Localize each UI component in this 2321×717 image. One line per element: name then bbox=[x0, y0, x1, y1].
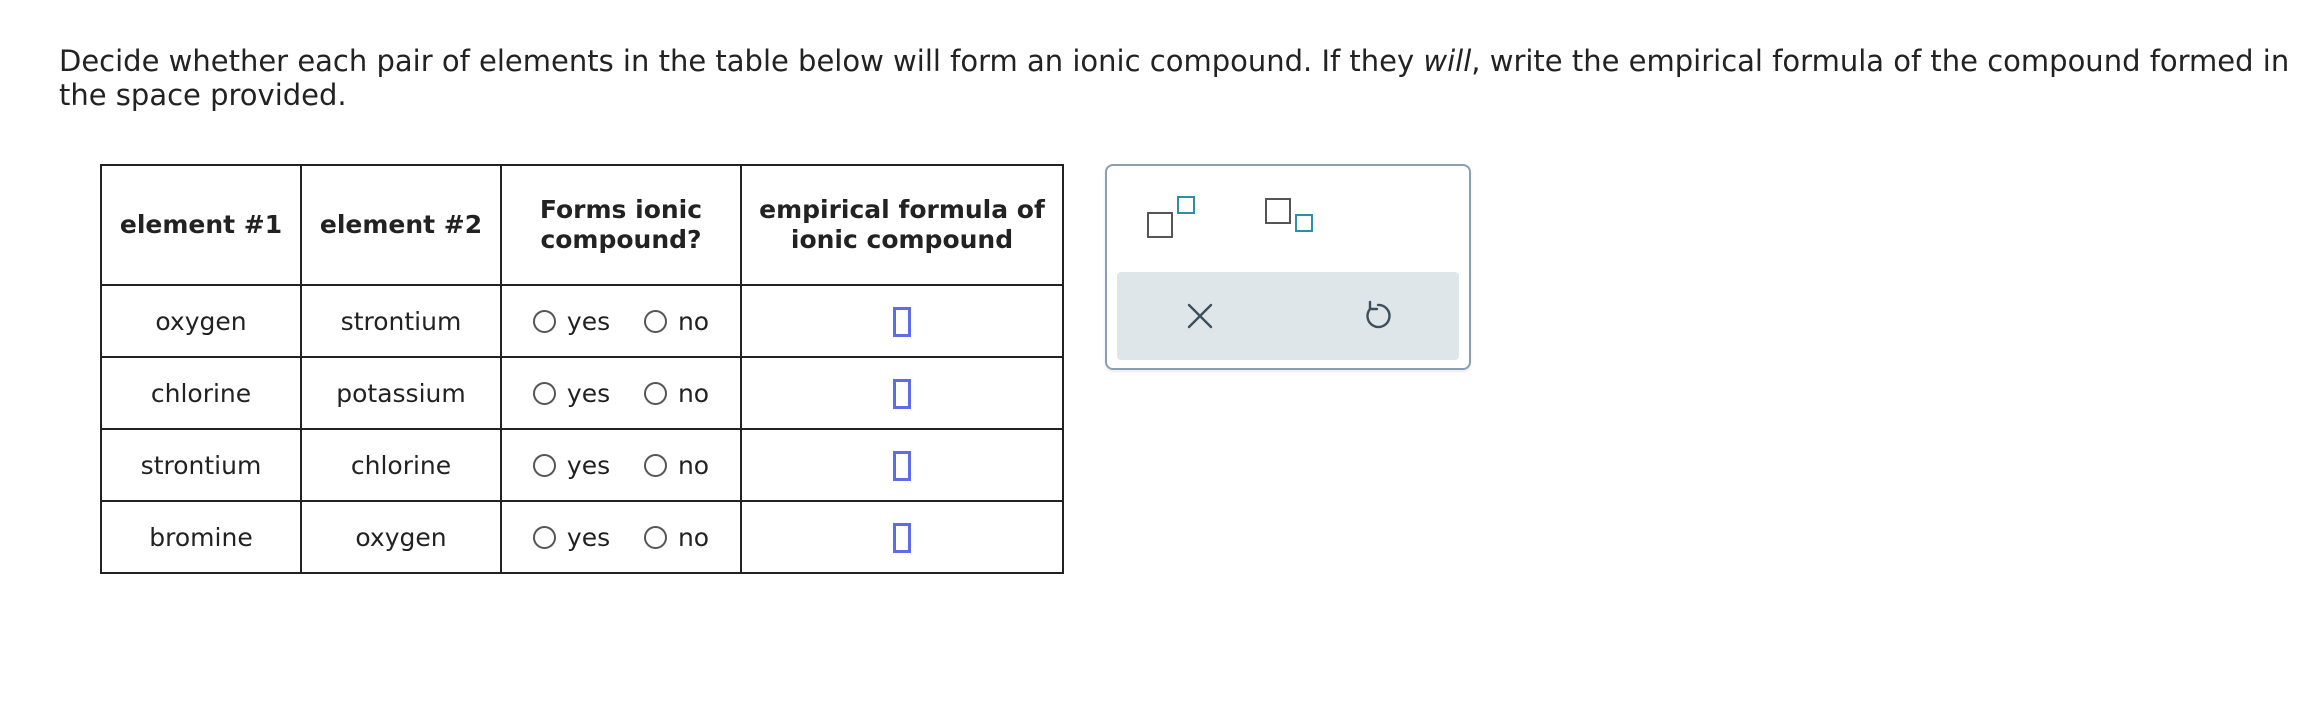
elements-table: element #1 element #2 Forms ionic compoun… bbox=[100, 164, 1064, 574]
palette-actions bbox=[1117, 272, 1459, 360]
prompt-emphasis: will bbox=[1423, 44, 1472, 78]
question-prompt: Decide whether each pair of elements in … bbox=[59, 44, 2299, 112]
subscript-box-icon bbox=[1295, 214, 1313, 232]
radio-no[interactable]: no bbox=[643, 450, 710, 480]
cell-formula bbox=[740, 428, 1064, 502]
radio-circle-icon[interactable] bbox=[532, 381, 556, 405]
radio-yes[interactable]: yes bbox=[532, 306, 611, 336]
radio-no[interactable]: no bbox=[643, 522, 710, 552]
cell-element-1: chlorine bbox=[100, 356, 302, 430]
cell-forms-ionic: yes no bbox=[500, 428, 742, 502]
table-row: strontium chlorine yes no bbox=[100, 428, 1064, 502]
radio-no[interactable]: no bbox=[643, 306, 710, 336]
radio-no[interactable]: no bbox=[643, 378, 710, 408]
radio-no-label: no bbox=[677, 522, 710, 552]
undo-icon bbox=[1366, 300, 1391, 329]
radio-circle-icon[interactable] bbox=[532, 309, 556, 333]
prompt-text-before: Decide whether each pair of elements in … bbox=[59, 44, 1424, 78]
page: Decide whether each pair of elements in … bbox=[0, 0, 2321, 717]
radio-yes[interactable]: yes bbox=[532, 378, 611, 408]
radio-circle-icon[interactable] bbox=[643, 381, 667, 405]
cell-element-2: strontium bbox=[300, 284, 502, 358]
radio-yes-label: yes bbox=[566, 306, 611, 336]
cell-element-2: oxygen bbox=[300, 500, 502, 574]
radio-circle-icon[interactable] bbox=[643, 309, 667, 333]
cell-element-2: potassium bbox=[300, 356, 502, 430]
radio-no-label: no bbox=[677, 450, 710, 480]
header-forms-ionic: Forms ionic compound? bbox=[500, 164, 742, 286]
table-row: oxygen strontium yes no bbox=[100, 284, 1064, 358]
header-element-2: element #2 bbox=[300, 164, 502, 286]
header-empirical-formula: empirical formula of ionic compound bbox=[740, 164, 1064, 286]
cell-formula bbox=[740, 284, 1064, 358]
cell-formula bbox=[740, 356, 1064, 430]
cell-element-1: oxygen bbox=[100, 284, 302, 358]
radio-no-label: no bbox=[677, 378, 710, 408]
superscript-icon bbox=[1147, 212, 1173, 238]
cell-element-1: strontium bbox=[100, 428, 302, 502]
clear-button[interactable] bbox=[1176, 292, 1224, 340]
cell-element-1: bromine bbox=[100, 500, 302, 574]
radio-circle-icon[interactable] bbox=[532, 525, 556, 549]
radio-yes-label: yes bbox=[566, 378, 611, 408]
table-row: chlorine potassium yes no bbox=[100, 356, 1064, 430]
undo-button[interactable] bbox=[1354, 292, 1402, 340]
table-header-row: element #1 element #2 Forms ionic compoun… bbox=[100, 164, 1064, 286]
radio-yes[interactable]: yes bbox=[532, 522, 611, 552]
table-row: bromine oxygen yes no bbox=[100, 500, 1064, 574]
radio-no-label: no bbox=[677, 306, 710, 336]
superscript-box-icon bbox=[1177, 196, 1195, 214]
cell-forms-ionic: yes no bbox=[500, 356, 742, 430]
close-icon bbox=[1187, 303, 1213, 329]
cell-forms-ionic: yes no bbox=[500, 284, 742, 358]
cell-formula bbox=[740, 500, 1064, 574]
subscript-icon bbox=[1265, 198, 1291, 224]
radio-circle-icon[interactable] bbox=[532, 453, 556, 477]
cell-element-2: chlorine bbox=[300, 428, 502, 502]
formula-input[interactable] bbox=[893, 450, 911, 481]
cell-forms-ionic: yes no bbox=[500, 500, 742, 574]
radio-yes-label: yes bbox=[566, 450, 611, 480]
radio-circle-icon[interactable] bbox=[643, 453, 667, 477]
radio-circle-icon[interactable] bbox=[643, 525, 667, 549]
subscript-button[interactable] bbox=[1265, 194, 1317, 242]
radio-yes[interactable]: yes bbox=[532, 450, 611, 480]
superscript-button[interactable] bbox=[1147, 192, 1199, 240]
formula-input[interactable] bbox=[893, 306, 911, 337]
header-element-1: element #1 bbox=[100, 164, 302, 286]
radio-yes-label: yes bbox=[566, 522, 611, 552]
formula-input[interactable] bbox=[893, 378, 911, 409]
formula-input[interactable] bbox=[893, 522, 911, 553]
formula-palette bbox=[1105, 164, 1471, 370]
